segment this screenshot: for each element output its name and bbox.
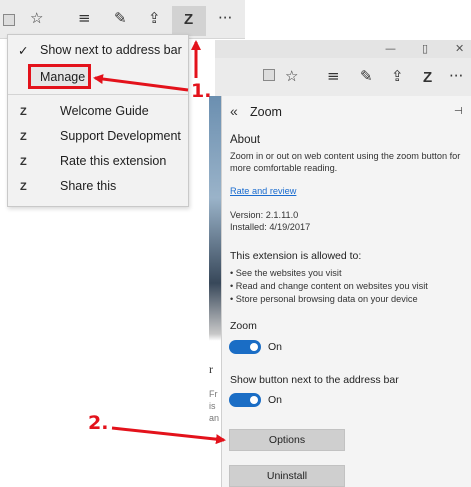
arrow-to-options (111, 426, 226, 445)
arrow-to-manage (93, 74, 189, 92)
annotation-arrows (93, 40, 226, 445)
step-1-label: 1. (191, 80, 212, 102)
step-2-label: 2. (88, 412, 109, 434)
